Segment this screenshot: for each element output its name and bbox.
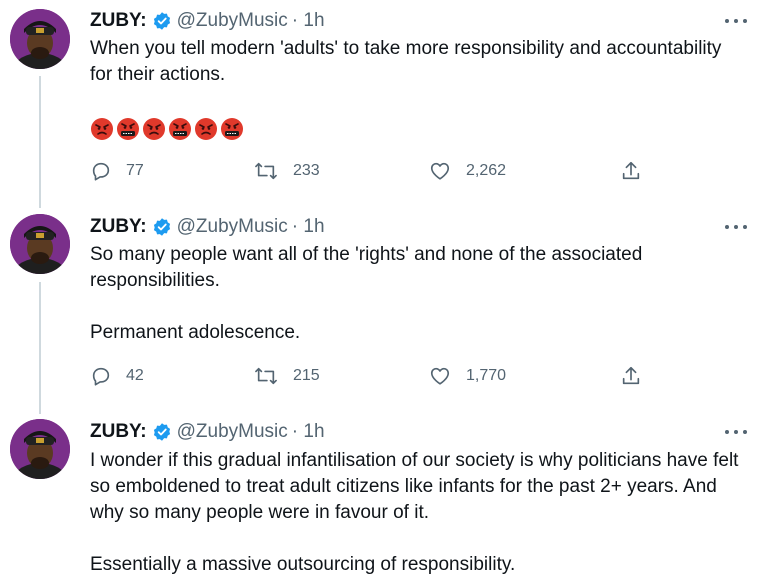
display-name[interactable]: ZUBY:: [90, 216, 147, 238]
tweet-paragraph: So many people want all of the 'rights' …: [90, 244, 643, 291]
verified-badge-icon: [152, 217, 172, 237]
timestamp[interactable]: · 1h: [292, 421, 325, 443]
retweet-button[interactable]: 233: [253, 159, 320, 183]
avatar-image: [10, 214, 70, 274]
handle[interactable]: @ZubyMusic: [177, 421, 288, 443]
more-options-icon[interactable]: [725, 16, 747, 26]
tweet-header: ZUBY: @ZubyMusic · 1h: [90, 215, 325, 239]
tweet[interactable]: ZUBY: @ZubyMusic · 1h When you tell mode…: [0, 0, 759, 205]
tweet[interactable]: ZUBY: @ZubyMusic · 1h So many people wan…: [0, 205, 759, 410]
share-icon: [622, 366, 640, 385]
avatar[interactable]: [10, 9, 70, 69]
heart-icon: [430, 162, 450, 180]
retweet-icon: [255, 367, 277, 385]
angry-face-icon: [143, 118, 165, 140]
reply-count: 42: [126, 367, 144, 384]
like-count: 1,770: [466, 367, 507, 384]
avatar[interactable]: [10, 419, 70, 479]
tweet-text: So many people want all of the 'rights' …: [90, 242, 740, 346]
avatar-image: [10, 9, 70, 69]
more-options-icon[interactable]: [725, 427, 747, 437]
reply-button[interactable]: 42: [90, 364, 144, 388]
reply-icon: [92, 162, 110, 181]
share-button[interactable]: [620, 364, 642, 388]
tweet-header: ZUBY: @ZubyMusic · 1h: [90, 420, 325, 444]
verified-badge-icon: [152, 422, 172, 442]
timestamp[interactable]: · 1h: [292, 216, 325, 238]
display-name[interactable]: ZUBY:: [90, 10, 147, 32]
avatar[interactable]: [10, 214, 70, 274]
share-icon: [622, 161, 640, 180]
reply-count: 77: [126, 162, 144, 179]
more-options-icon[interactable]: [725, 222, 747, 232]
verified-badge-icon: [152, 11, 172, 31]
emoji-row: [90, 117, 246, 141]
cursing-face-icon: [221, 118, 243, 140]
handle[interactable]: @ZubyMusic: [177, 10, 288, 32]
timestamp[interactable]: · 1h: [292, 10, 325, 32]
handle[interactable]: @ZubyMusic: [177, 216, 288, 238]
angry-face-icon: [91, 118, 113, 140]
like-count: 2,262: [466, 162, 507, 179]
like-button[interactable]: 1,770: [428, 364, 506, 388]
retweet-button[interactable]: 215: [253, 364, 320, 388]
cursing-face-icon: [169, 118, 191, 140]
tweet-text: I wonder if this gradual infantilisation…: [90, 448, 740, 578]
heart-icon: [430, 367, 450, 385]
retweet-count: 215: [293, 367, 320, 384]
like-button[interactable]: 2,262: [428, 159, 506, 183]
tweet-paragraph: Permanent adolescence.: [90, 322, 301, 343]
retweet-count: 233: [293, 162, 320, 179]
tweet-paragraph: Essentially a massive outsourcing of res…: [90, 554, 516, 575]
share-button[interactable]: [620, 159, 642, 183]
tweet-paragraph: I wonder if this gradual infantilisation…: [90, 450, 739, 523]
tweet[interactable]: ZUBY: @ZubyMusic · 1h I wonder if this g…: [0, 410, 759, 585]
avatar-image: [10, 419, 70, 479]
reply-button[interactable]: 77: [90, 159, 144, 183]
angry-face-icon: [195, 118, 217, 140]
retweet-icon: [255, 162, 277, 180]
tweet-text: When you tell modern 'adults' to take mo…: [90, 36, 740, 88]
display-name[interactable]: ZUBY:: [90, 421, 147, 443]
cursing-face-icon: [117, 118, 139, 140]
reply-icon: [92, 367, 110, 386]
tweet-header: ZUBY: @ZubyMusic · 1h: [90, 9, 325, 33]
tweet-paragraph: When you tell modern 'adults' to take mo…: [90, 38, 722, 85]
